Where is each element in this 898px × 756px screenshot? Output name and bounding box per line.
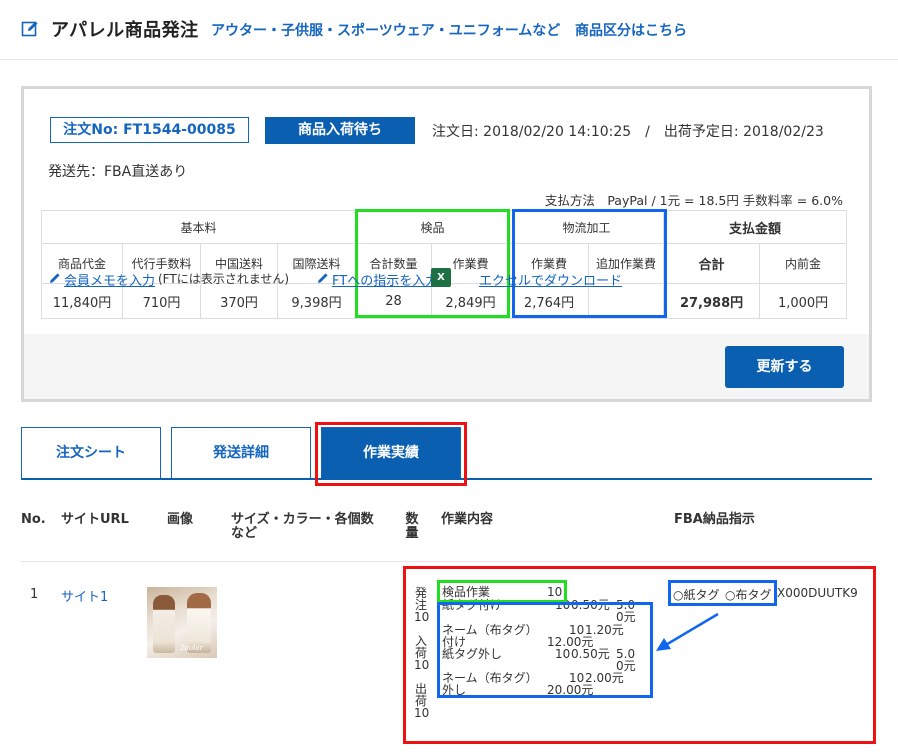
fee-value: 1,000円 bbox=[759, 283, 848, 319]
update-button[interactable]: 更新する bbox=[725, 346, 844, 388]
col-header-qty: 数 量 bbox=[405, 512, 419, 541]
payment-info: 支払方法 PayPal / 1元 = 18.5円 手数料率 = 6.0% bbox=[544, 193, 843, 208]
category-list-link[interactable]: 商品区分はこちら bbox=[575, 20, 687, 40]
order-dates: 注文日: 2018/02/20 14:10:25 / 出荷予定日: 2018/0… bbox=[432, 124, 824, 140]
col-header-size-color: サイズ・カラー・各個数 など bbox=[231, 512, 374, 541]
highlight-item-row-box bbox=[403, 566, 876, 744]
item-number: 1 bbox=[30, 587, 39, 602]
col-header-fba: FBA納品指示 bbox=[674, 512, 755, 527]
pencil-icon bbox=[50, 273, 60, 283]
excel-icon[interactable]: X bbox=[431, 268, 451, 287]
highlight-inspection-box bbox=[355, 209, 510, 318]
page-header: アパレル商品発注 アウター・子供服・スポーツウェア・ユニフォームなど 商品区分は… bbox=[0, 0, 898, 60]
col-header-work: 作業内容 bbox=[441, 512, 494, 527]
tab-order-sheet[interactable]: 注文シート bbox=[21, 427, 161, 479]
col-header-image: 画像 bbox=[167, 512, 194, 527]
model-figure bbox=[153, 595, 175, 653]
page-title: アパレル商品発注 bbox=[51, 20, 199, 41]
highlight-logistics-box bbox=[512, 209, 667, 318]
category-link[interactable]: アウター・子供服・スポーツウェア・ユニフォームなど bbox=[211, 20, 560, 40]
list-divider bbox=[21, 561, 872, 562]
ft-instruction-link[interactable]: FTへの指示を入力 bbox=[332, 270, 438, 289]
col-header-no: No. bbox=[21, 512, 46, 527]
member-memo-link[interactable]: 会員メモを入力 bbox=[64, 270, 155, 289]
fee-header: 内前金 bbox=[759, 243, 848, 284]
memo-note: (FTには表示されません) bbox=[158, 272, 290, 286]
order-number-badge: 注文No: FT1544-00085 bbox=[50, 117, 249, 143]
site-link[interactable]: サイト1 bbox=[61, 586, 108, 605]
col-header-site-url: サイトURL bbox=[61, 512, 129, 527]
product-image[interactable]: 2dolar bbox=[147, 587, 217, 658]
fee-value: 370円 bbox=[200, 283, 278, 319]
excel-download-link[interactable]: エクセルでダウンロード bbox=[479, 270, 622, 289]
edit-icon bbox=[21, 21, 38, 37]
image-brand-text: 2dolar bbox=[180, 644, 203, 652]
fee-group-basic: 基本料 bbox=[40, 210, 357, 244]
order-status-badge: 商品入荷待ち bbox=[265, 117, 415, 144]
fee-total-value: 27,988円 bbox=[663, 283, 761, 319]
pencil-icon bbox=[318, 273, 328, 283]
fee-group-payment: 支払金額 bbox=[663, 210, 848, 244]
arrow-icon bbox=[656, 612, 719, 651]
ship-to-text: 発送先：FBA直送あり bbox=[48, 164, 188, 180]
fee-header: 合計 bbox=[663, 243, 761, 284]
tab-shipping-details[interactable]: 発送詳細 bbox=[171, 427, 311, 479]
highlight-tab-box bbox=[315, 422, 467, 486]
